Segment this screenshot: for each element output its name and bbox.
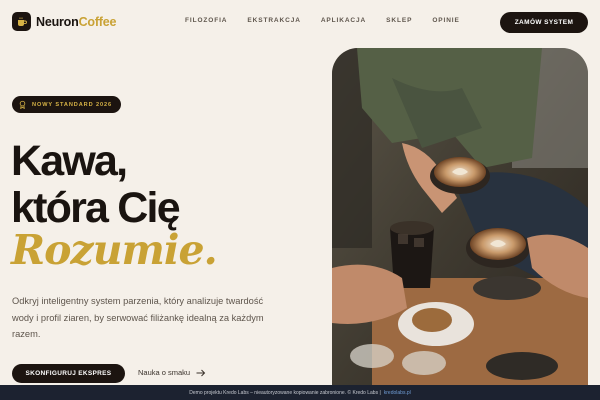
badge-text: NOWY STANDARD 2026 [32, 101, 113, 108]
nav-item-ekstrakcja[interactable]: EKSTRAKCJA [247, 17, 300, 24]
demo-footer: Demo projektu Kredo Labs – nieautoryzowa… [0, 385, 600, 400]
hero-description: Odkryj inteligentny system parzenia, któ… [12, 296, 264, 339]
hero-title-accent: Rozumie. [11, 226, 218, 274]
new-standard-badge: NOWY STANDARD 2026 [12, 96, 122, 113]
main-nav: FILOZOFIA EKSTRAKCJA APLIKACJA SKLEP OPI… [185, 17, 480, 24]
taste-science-link[interactable]: Nauka o smaku [138, 368, 206, 377]
hero-title-line2: która Cię [11, 184, 181, 232]
arrow-right-icon [196, 369, 206, 376]
nav-item-sklep[interactable]: SKLEP [386, 17, 412, 24]
order-system-button[interactable]: ZAMÓW SYSTEM [500, 12, 588, 33]
nav-item-aplikacja[interactable]: APLIKACJA [321, 17, 366, 24]
footer-text: Demo projektu Kredo Labs – nieautoryzowa… [189, 389, 381, 396]
hero-title-line1: Kawa, [11, 137, 128, 185]
logo[interactable]: NeuronCoffee [12, 12, 116, 31]
footer-link[interactable]: kredolabs.pl [384, 390, 411, 396]
logo-text-part1: Neuron [36, 14, 79, 29]
configure-espresso-button[interactable]: SKONFIGURUJ EKSPRES [12, 364, 125, 383]
nav-item-opinie[interactable]: OPINIE [432, 17, 459, 24]
award-icon [19, 100, 26, 109]
taste-science-link-label: Nauka o smaku [138, 368, 191, 377]
hero-image [332, 48, 588, 394]
logo-text-part2: Coffee [78, 14, 117, 29]
nav-item-filozofia[interactable]: FILOZOFIA [185, 17, 227, 24]
logo-text: NeuronCoffee [36, 15, 116, 29]
site-header: NeuronCoffee FILOZOFIA EKSTRAKCJA APLIKA… [0, 0, 600, 44]
coffee-cups-photo [332, 48, 588, 394]
coffee-cup-icon [12, 12, 31, 31]
